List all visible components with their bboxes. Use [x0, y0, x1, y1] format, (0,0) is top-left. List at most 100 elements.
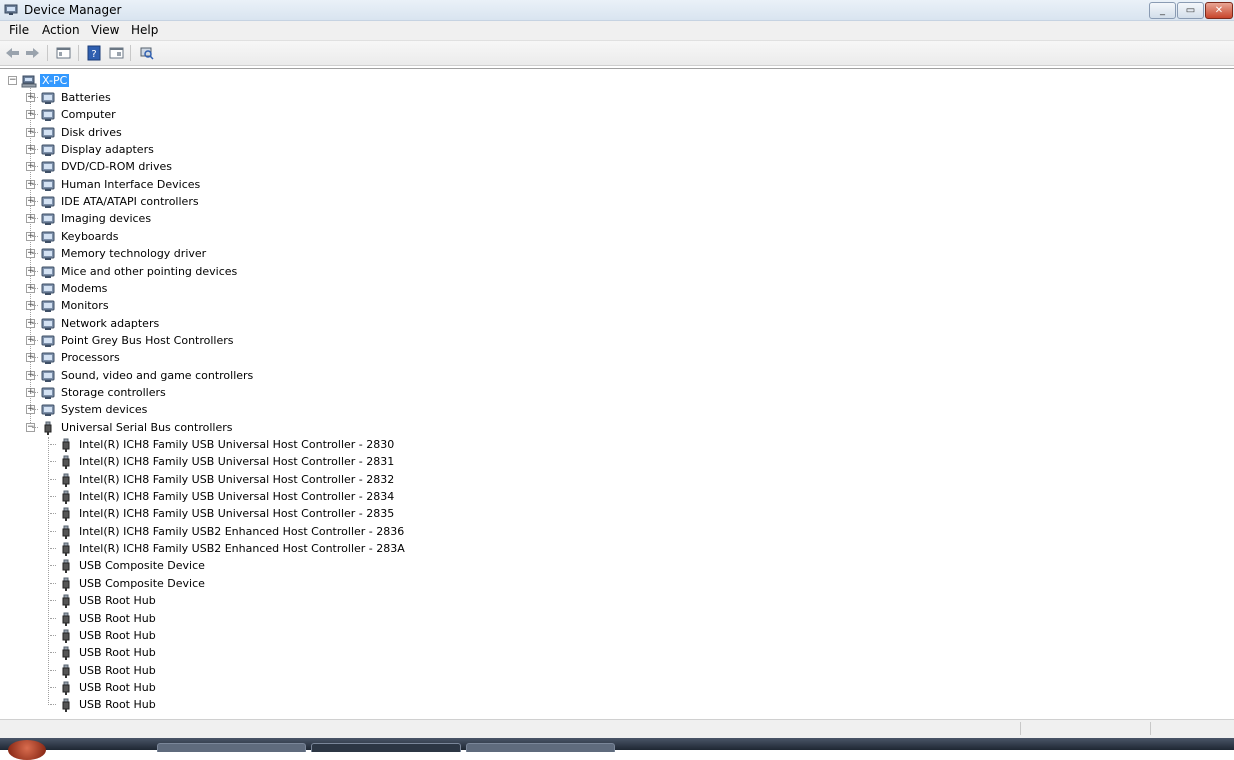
tree-guide-line	[50, 496, 56, 497]
menu-view[interactable]: View	[91, 23, 119, 37]
device-manager-icon	[4, 4, 18, 15]
status-pane	[1020, 722, 1149, 735]
tree-item-label: Intel(R) ICH8 Family USB Universal Host …	[79, 490, 395, 503]
tree-device[interactable]: USB Composite Device	[58, 575, 207, 592]
tree-item-label: Batteries	[61, 91, 111, 104]
tree-item-label: System devices	[61, 403, 148, 416]
tree-category[interactable]: Disk drives	[40, 124, 124, 141]
tree-guide-line	[32, 375, 38, 376]
tree-guide-line	[32, 166, 38, 167]
menu-action[interactable]: Action	[42, 23, 80, 37]
modem-icon	[41, 283, 55, 295]
tree-category[interactable]: DVD/CD-ROM drives	[40, 158, 174, 175]
tree-item-label: USB Root Hub	[79, 681, 156, 694]
system-device-icon	[41, 404, 55, 416]
tree-device[interactable]: USB Root Hub	[58, 592, 158, 609]
tree-device[interactable]: USB Root Hub	[58, 627, 158, 644]
tree-category[interactable]: IDE ATA/ATAPI controllers	[40, 193, 201, 210]
root-collapse-toggle[interactable]: −	[8, 76, 17, 85]
usb-plug-icon	[62, 455, 70, 469]
tree-category[interactable]: Memory technology driver	[40, 245, 208, 262]
usb-plug-icon	[62, 542, 70, 556]
usb-plug-icon	[62, 559, 70, 573]
tree-device[interactable]: USB Root Hub	[58, 679, 158, 696]
tree-category-usb[interactable]: Universal Serial Bus controllers	[40, 419, 234, 436]
tree-guide-line	[50, 461, 56, 462]
tree-category[interactable]: Point Grey Bus Host Controllers	[40, 332, 236, 349]
tree-item-label: Intel(R) ICH8 Family USB2 Enhanced Host …	[79, 525, 405, 538]
tree-category[interactable]: Processors	[40, 349, 122, 366]
tree-category[interactable]: Sound, video and game controllers	[40, 367, 255, 384]
usb-plug-icon	[62, 490, 70, 504]
tree-item-label: Intel(R) ICH8 Family USB Universal Host …	[79, 438, 395, 451]
tree-item-label: Mice and other pointing devices	[61, 265, 238, 278]
close-button[interactable]: ✕	[1205, 2, 1233, 19]
usb-plug-icon	[62, 525, 70, 539]
tree-device[interactable]: Intel(R) ICH8 Family USB Universal Host …	[58, 471, 396, 488]
toolbar-separator	[47, 45, 48, 61]
tree-item-label: Universal Serial Bus controllers	[61, 421, 233, 434]
tree-item-label: DVD/CD-ROM drives	[61, 160, 172, 173]
tree-category[interactable]: Computer	[40, 106, 118, 123]
tree-category[interactable]: Display adapters	[40, 141, 156, 158]
tree-device[interactable]: USB Composite Device	[58, 557, 207, 574]
tree-device[interactable]: Intel(R) ICH8 Family USB2 Enhanced Host …	[58, 523, 406, 540]
tree-device[interactable]: USB Root Hub	[58, 696, 158, 713]
network-adapter-icon	[41, 318, 55, 330]
start-button[interactable]	[8, 740, 46, 760]
taskbar-button[interactable]	[466, 743, 615, 752]
scan-hardware-icon[interactable]	[138, 45, 155, 61]
usb-plug-icon	[62, 664, 70, 678]
tree-category[interactable]: Network adapters	[40, 315, 161, 332]
tree-category[interactable]: Keyboards	[40, 228, 120, 245]
tree-category[interactable]: System devices	[40, 401, 149, 418]
view-window-icon[interactable]	[108, 45, 125, 61]
properties-panel-icon[interactable]	[55, 45, 72, 61]
usb-plug-icon	[62, 646, 70, 660]
usb-plug-icon	[62, 681, 70, 695]
tree-guide-line	[50, 670, 56, 671]
tree-item-label: Processors	[61, 351, 120, 364]
minimize-button[interactable]: _	[1149, 2, 1176, 19]
menu-help[interactable]: Help	[131, 23, 158, 37]
tree-item-label: Point Grey Bus Host Controllers	[61, 334, 234, 347]
computer-network-icon	[21, 75, 37, 87]
tree-category[interactable]: Storage controllers	[40, 384, 168, 401]
bus-host-controller-icon	[41, 335, 55, 347]
tree-device[interactable]: Intel(R) ICH8 Family USB Universal Host …	[58, 505, 396, 522]
menu-file[interactable]: File	[9, 23, 29, 37]
storage-controller-icon	[41, 387, 55, 399]
tree-root[interactable]: X-PC	[21, 72, 70, 89]
tree-device[interactable]: USB Root Hub	[58, 662, 158, 679]
tree-item-label: Intel(R) ICH8 Family USB Universal Host …	[79, 455, 395, 468]
tree-category[interactable]: Mice and other pointing devices	[40, 263, 239, 280]
tree-device[interactable]: Intel(R) ICH8 Family USB Universal Host …	[58, 453, 396, 470]
tree-item-label: Storage controllers	[61, 386, 166, 399]
tree-category[interactable]: Human Interface Devices	[40, 176, 202, 193]
menu-bar: File Action View Help	[0, 21, 1234, 41]
tree-device[interactable]: Intel(R) ICH8 Family USB Universal Host …	[58, 488, 396, 505]
tree-device[interactable]: Intel(R) ICH8 Family USB2 Enhanced Host …	[58, 540, 407, 557]
maximize-button[interactable]: ▭	[1177, 2, 1204, 19]
tree-item-label: Monitors	[61, 299, 109, 312]
back-arrow-icon[interactable]	[4, 45, 21, 61]
tree-category[interactable]: Batteries	[40, 89, 113, 106]
tree-item-label: USB Root Hub	[79, 594, 156, 607]
tree-guide-line	[50, 479, 56, 480]
help-icon[interactable]: ?	[86, 45, 103, 61]
usb-plug-icon	[62, 438, 70, 452]
tree-item-label: Intel(R) ICH8 Family USB Universal Host …	[79, 473, 395, 486]
taskbar-button-active[interactable]	[311, 743, 461, 752]
tree-device[interactable]: Intel(R) ICH8 Family USB Universal Host …	[58, 436, 396, 453]
tree-guide-line	[32, 253, 38, 254]
tree-device[interactable]: USB Root Hub	[58, 610, 158, 627]
processor-icon	[41, 352, 55, 364]
taskbar-button[interactable]	[157, 743, 306, 752]
tree-category[interactable]: Modems	[40, 280, 109, 297]
tree-device[interactable]: USB Root Hub	[58, 644, 158, 661]
tree-category[interactable]: Imaging devices	[40, 210, 153, 227]
forward-arrow-icon[interactable]	[24, 45, 41, 61]
tree-item-label: Intel(R) ICH8 Family USB2 Enhanced Host …	[79, 542, 405, 555]
tree-item-label: Modems	[61, 282, 108, 295]
tree-category[interactable]: Monitors	[40, 297, 111, 314]
